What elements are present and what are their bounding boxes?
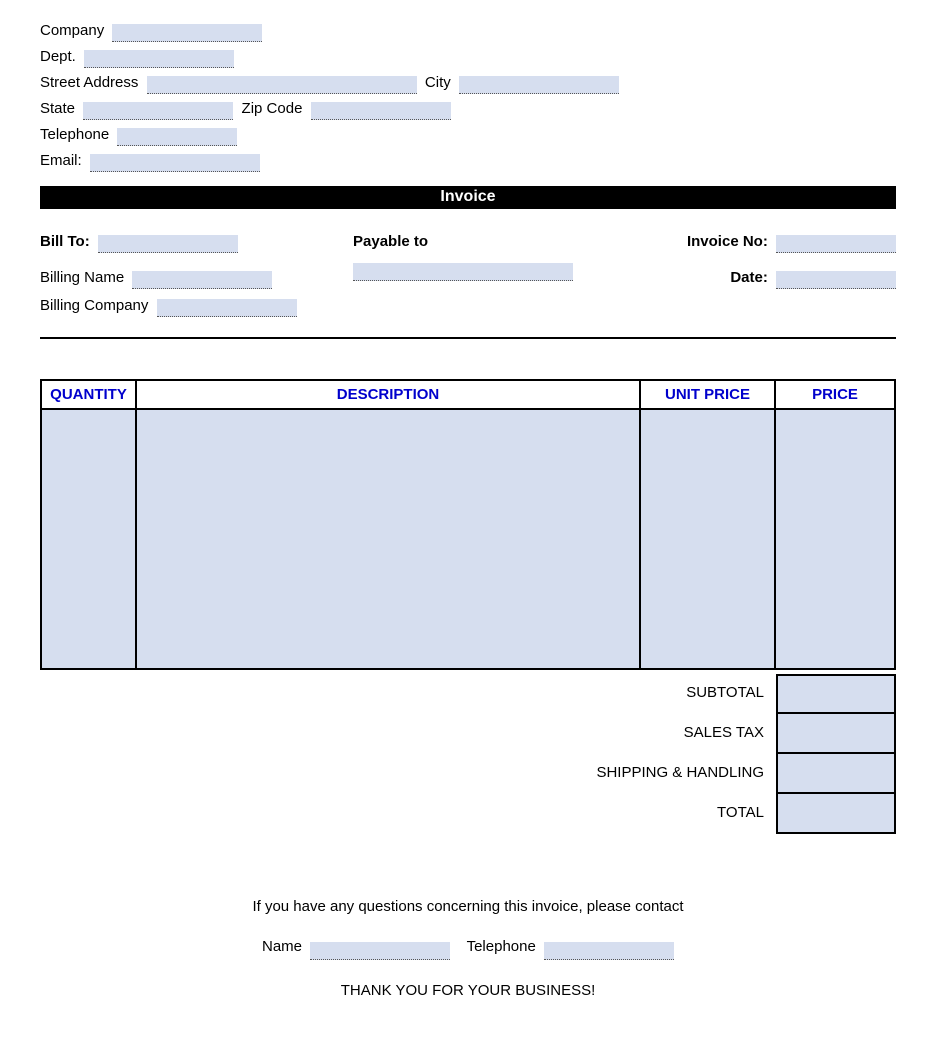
- street-label: Street Address: [40, 74, 138, 91]
- dept-label: Dept.: [40, 48, 76, 65]
- billto-field[interactable]: [98, 235, 238, 253]
- billing-name-field[interactable]: [132, 271, 272, 289]
- items-table: QUANTITY DESCRIPTION UNIT PRICE PRICE: [40, 379, 896, 670]
- street-field[interactable]: [147, 76, 417, 94]
- unit-price-cell[interactable]: [640, 409, 775, 669]
- footer-name-label: Name: [262, 938, 302, 955]
- invoice-meta-section: Bill To: Billing Name Billing Company Pa…: [40, 231, 896, 323]
- state-field[interactable]: [83, 102, 233, 120]
- price-cell[interactable]: [775, 409, 895, 669]
- tax-label: SALES TAX: [156, 714, 776, 754]
- payable-label: Payable to: [353, 233, 428, 250]
- totals-section: SUBTOTAL SALES TAX SHIPPING & HANDLING T…: [40, 674, 896, 834]
- invoice-no-field[interactable]: [776, 235, 896, 253]
- date-field[interactable]: [776, 271, 896, 289]
- footer: If you have any questions concerning thi…: [40, 894, 896, 1004]
- billto-label: Bill To:: [40, 233, 90, 250]
- invoice-no-label: Invoice No:: [687, 233, 768, 250]
- footer-questions: If you have any questions concerning thi…: [40, 894, 896, 920]
- company-header: Company Dept. Street Address City State …: [40, 20, 896, 172]
- city-label: City: [425, 74, 451, 91]
- billing-company-label: Billing Company: [40, 297, 148, 314]
- quantity-cell[interactable]: [41, 409, 136, 669]
- footer-telephone-field[interactable]: [544, 942, 674, 960]
- date-label: Date:: [730, 269, 768, 286]
- footer-thanks: THANK YOU FOR YOUR BUSINESS!: [40, 978, 896, 1004]
- city-field[interactable]: [459, 76, 619, 94]
- tax-box[interactable]: [776, 714, 896, 754]
- zip-label: Zip Code: [242, 100, 303, 117]
- col-description: DESCRIPTION: [136, 380, 640, 409]
- col-price: PRICE: [775, 380, 895, 409]
- subtotal-label: SUBTOTAL: [156, 674, 776, 714]
- billing-company-field[interactable]: [157, 299, 297, 317]
- invoice-title: Invoice: [40, 186, 896, 209]
- shipping-label: SHIPPING & HANDLING: [156, 754, 776, 794]
- telephone-label: Telephone: [40, 126, 109, 143]
- footer-telephone-label: Telephone: [467, 938, 536, 955]
- telephone-field[interactable]: [117, 128, 237, 146]
- company-label: Company: [40, 22, 104, 39]
- col-quantity: QUANTITY: [41, 380, 136, 409]
- description-cell[interactable]: [136, 409, 640, 669]
- shipping-box[interactable]: [776, 754, 896, 794]
- footer-name-field[interactable]: [310, 942, 450, 960]
- col-unit-price: UNIT PRICE: [640, 380, 775, 409]
- billing-name-label: Billing Name: [40, 269, 124, 286]
- company-field[interactable]: [112, 24, 262, 42]
- email-label: Email:: [40, 152, 82, 169]
- dept-field[interactable]: [84, 50, 234, 68]
- divider: [40, 337, 896, 339]
- total-box[interactable]: [776, 794, 896, 834]
- total-label: TOTAL: [156, 794, 776, 834]
- subtotal-box[interactable]: [776, 674, 896, 714]
- payable-field[interactable]: [353, 263, 573, 281]
- state-label: State: [40, 100, 75, 117]
- zip-field[interactable]: [311, 102, 451, 120]
- email-field[interactable]: [90, 154, 260, 172]
- table-row: [41, 409, 895, 669]
